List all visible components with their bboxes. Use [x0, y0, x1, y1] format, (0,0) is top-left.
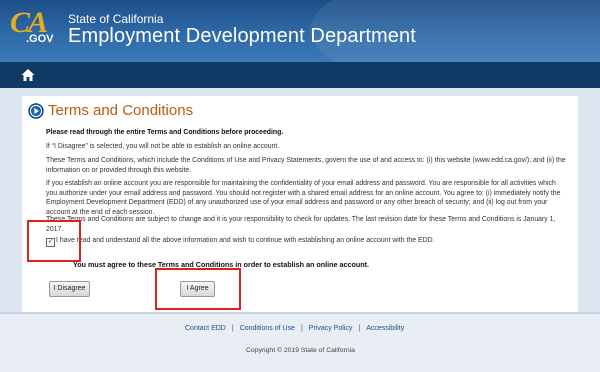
state-name: State of California — [68, 12, 164, 26]
intro-text: Please read through the entire Terms and… — [46, 129, 284, 136]
play-circle-icon — [28, 103, 44, 119]
footer-links: Contact EDD | Conditions of Use | Privacy Po… — [185, 325, 404, 332]
page-title: Terms and Conditions — [48, 102, 194, 119]
agree-highlight-box — [155, 268, 241, 310]
footer-separator: | — [358, 325, 361, 332]
site-footer — [0, 312, 600, 372]
checkbox-highlight-box — [27, 220, 81, 262]
site-header: CA .GOV State of California Employment D… — [0, 0, 600, 62]
footer-separator: | — [300, 325, 303, 332]
nav-bar — [0, 62, 600, 88]
footer-link-accessibility[interactable]: Accessibility — [366, 325, 404, 332]
copyright: Copyright © 2019 State of California — [246, 347, 355, 354]
footer-separator: | — [231, 325, 234, 332]
agree-checkbox-label[interactable]: I have read and understand all the above… — [56, 237, 434, 244]
home-icon[interactable] — [20, 67, 36, 83]
logo-suffix: .GOV — [26, 33, 54, 45]
footer-link-conditions[interactable]: Conditions of Use — [240, 325, 295, 332]
terms-paragraph-account: If you establish an online account you a… — [46, 180, 561, 216]
terms-paragraph-scope: These Terms and Conditions, which includ… — [46, 157, 566, 174]
footer-link-contact[interactable]: Contact EDD — [185, 325, 226, 332]
disagree-button[interactable]: I Disagree — [49, 281, 90, 297]
footer-link-privacy[interactable]: Privacy Policy — [309, 325, 353, 332]
ca-gov-logo[interactable]: CA .GOV — [10, 8, 58, 50]
department-name[interactable]: Employment Development Department — [68, 25, 416, 48]
terms-paragraph-revision: These Terms and Conditions are subject t… — [46, 216, 556, 233]
disagree-notice: If “I Disagree” is selected, you will no… — [46, 143, 280, 150]
